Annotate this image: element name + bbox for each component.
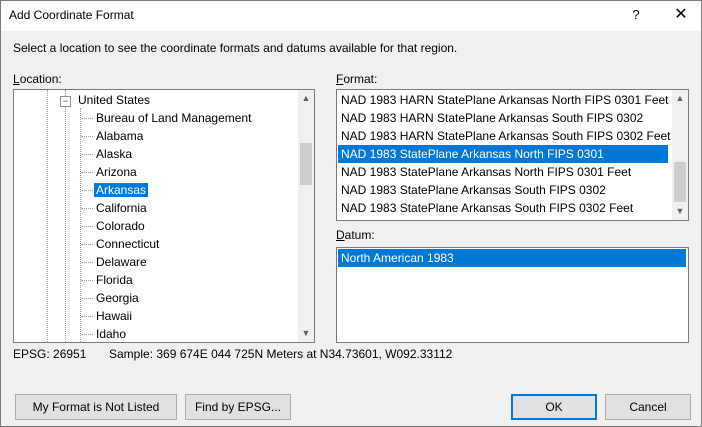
format-item[interactable]: NAD 1983 HARN StatePlane Arkansas South … (338, 109, 668, 127)
instruction-text: Select a location to see the coordinate … (13, 41, 458, 55)
add-coordinate-format-dialog: Add Coordinate Format ? ✕ Select a locat… (0, 0, 702, 427)
sample-coordinates: Sample: 369 674E 044 725N Meters at N34.… (109, 347, 453, 361)
format-item[interactable]: NAD 1983 StatePlane Arkansas North FIPS … (338, 163, 668, 181)
tree-node-connecticut[interactable]: Connecticut (94, 235, 161, 253)
datum-list[interactable]: North American 1983 (336, 247, 689, 343)
datum-item[interactable]: North American 1983 (338, 249, 686, 267)
tree-node-hawaii[interactable]: Hawaii (94, 307, 134, 325)
tree-node-florida[interactable]: Florida (94, 271, 135, 289)
scroll-thumb[interactable] (674, 162, 686, 202)
location-label: Location: (13, 72, 62, 86)
format-list[interactable]: NAD 1983 HARN StatePlane Arkansas North … (336, 89, 689, 221)
format-item[interactable]: NAD 1983 HARN StatePlane Arkansas North … (338, 91, 669, 109)
find-by-epsg-button[interactable]: Find by EPSG... (185, 394, 291, 420)
help-icon[interactable]: ? (621, 1, 651, 31)
scroll-up-icon[interactable]: ▲ (672, 90, 688, 107)
scroll-up-icon[interactable]: ▲ (298, 90, 314, 107)
format-item[interactable]: NAD 1983 StatePlane Arkansas North FIPS … (338, 145, 668, 163)
tree-node-bureau-of-land-management[interactable]: Bureau of Land Management (94, 109, 253, 127)
cancel-button[interactable]: Cancel (605, 394, 691, 420)
ok-button[interactable]: OK (511, 394, 597, 420)
format-not-listed-button[interactable]: My Format is Not Listed (15, 394, 177, 420)
format-item[interactable]: NAD 1983 HARN StatePlane Arkansas South … (338, 127, 671, 145)
tree-node-colorado[interactable]: Colorado (94, 217, 147, 235)
format-label: Format: (336, 72, 378, 86)
tree-node-arkansas[interactable]: Arkansas (94, 181, 149, 199)
format-item[interactable]: Universal Transverse Mercator (Meters) (338, 217, 668, 220)
scroll-down-icon[interactable]: ▼ (298, 325, 314, 342)
tree-node-idaho[interactable]: Idaho (94, 325, 128, 342)
format-scrollbar[interactable]: ▲ ▼ (672, 90, 688, 220)
format-item[interactable]: NAD 1983 StatePlane Arkansas South FIPS … (338, 181, 668, 199)
tree-node-delaware[interactable]: Delaware (94, 253, 149, 271)
tree-node-california[interactable]: California (94, 199, 149, 217)
epsg-code: EPSG: 26951 (13, 347, 87, 361)
tree-node-georgia[interactable]: Georgia (94, 289, 141, 307)
window-title: Add Coordinate Format (9, 8, 134, 22)
collapse-icon[interactable]: − (60, 96, 71, 107)
tree-node-alabama[interactable]: Alabama (94, 127, 145, 145)
tree-node-alaska[interactable]: Alaska (94, 145, 134, 163)
title-bar: Add Coordinate Format ? ✕ (1, 1, 701, 31)
location-scrollbar[interactable]: ▲ ▼ (298, 90, 314, 342)
tree-node-arizona[interactable]: Arizona (94, 163, 139, 181)
datum-label: Datum: (336, 228, 375, 242)
scroll-thumb[interactable] (300, 143, 312, 185)
close-icon[interactable]: ✕ (661, 1, 701, 31)
scroll-down-icon[interactable]: ▼ (672, 203, 688, 220)
location-tree[interactable]: − United States Bureau of Land Managemen… (13, 89, 315, 343)
format-item[interactable]: NAD 1983 StatePlane Arkansas South FIPS … (338, 199, 668, 217)
tree-node-united-states[interactable]: United States (76, 91, 152, 109)
